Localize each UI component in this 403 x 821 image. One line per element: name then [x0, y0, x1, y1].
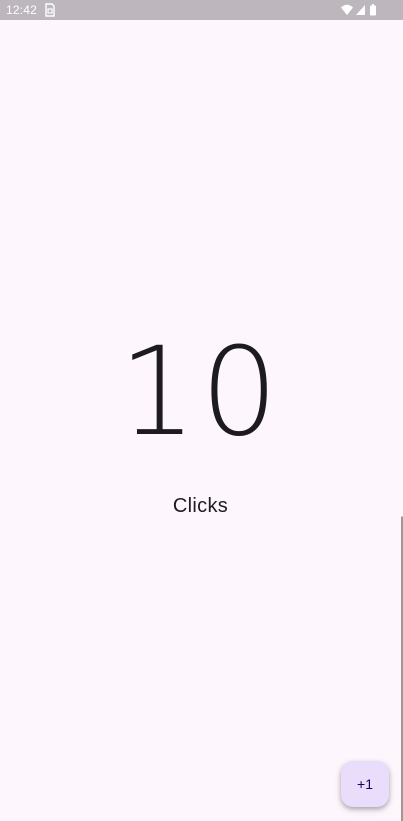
wifi-icon	[341, 4, 353, 15]
status-icons	[340, 3, 380, 17]
status-bar: 12:42	[0, 0, 403, 20]
increment-button[interactable]: +1	[341, 761, 389, 807]
sim-card-icon	[44, 3, 56, 17]
status-time: 12:42	[6, 3, 38, 17]
cellular-signal-icon	[356, 5, 365, 15]
battery-icon	[370, 4, 376, 16]
increment-button-label: +1	[357, 776, 373, 792]
counter-value: 10	[118, 321, 283, 463]
counter-label: Clicks	[172, 495, 229, 517]
